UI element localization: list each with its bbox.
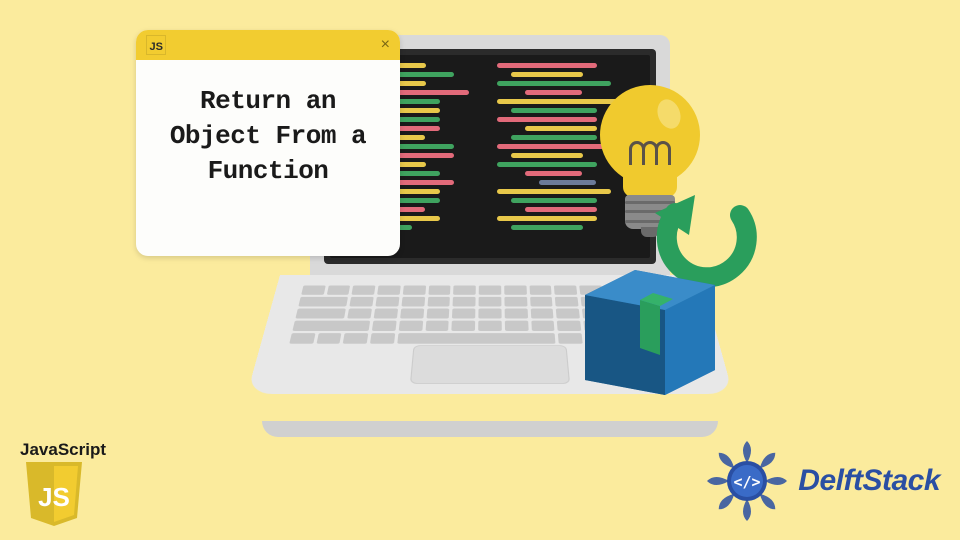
- box-icon: [585, 270, 715, 395]
- laptop-base-edge: [262, 421, 718, 437]
- js-shield-text: JS: [38, 482, 70, 512]
- javascript-label: JavaScript: [20, 440, 120, 460]
- delftstack-name: DelftStack: [798, 464, 940, 498]
- popup-title-text: Return an Object From a Function: [136, 60, 400, 213]
- javascript-logo: JavaScript JS: [20, 440, 120, 533]
- js-shield-icon: JS: [24, 462, 84, 528]
- delftstack-logo: </> DelftStack: [702, 436, 940, 526]
- title-popup: JS × Return an Object From a Function: [136, 30, 400, 256]
- close-icon: ×: [381, 36, 390, 54]
- delftstack-emblem-icon: </>: [702, 436, 792, 526]
- delftstack-emblem-glyph: </>: [734, 473, 761, 491]
- laptop-trackpad: [410, 345, 570, 384]
- popup-titlebar: JS ×: [136, 30, 400, 60]
- js-mini-icon: JS: [146, 35, 166, 55]
